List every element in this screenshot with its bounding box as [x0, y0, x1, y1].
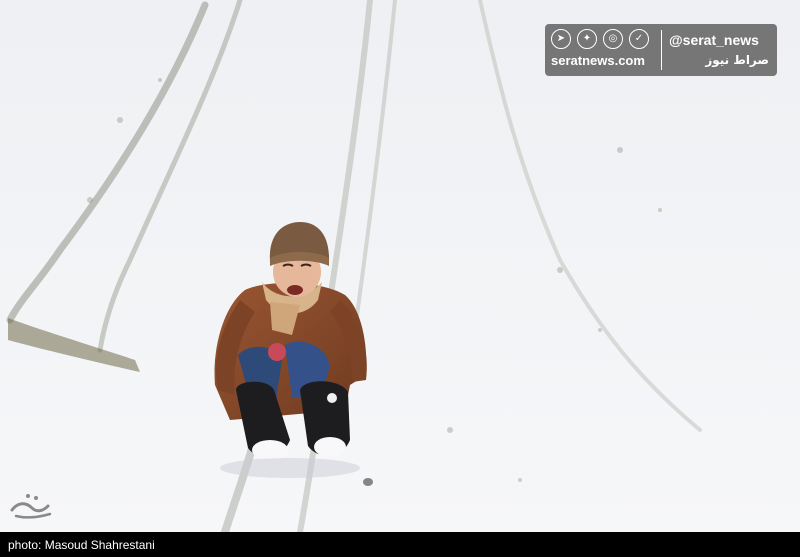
- photo-credit-bar: photo: Masoud Shahrestani: [0, 532, 800, 557]
- watermark-site-persian: صراط نیوز: [705, 53, 769, 67]
- telegram-icon: ➤: [551, 29, 571, 49]
- snow-scene-photo: [0, 0, 800, 532]
- instagram-icon: ◎: [603, 29, 623, 49]
- photo-frame: ➤ ✦ ◎ ✓ @serat_news seratnews.com صراط ن…: [0, 0, 800, 557]
- watermark-divider: [661, 30, 662, 70]
- watermark-site: seratnews.com: [551, 53, 645, 68]
- watermark-handle: @serat_news: [669, 32, 759, 48]
- messenger-icon: ✓: [629, 29, 649, 49]
- news-watermark: ➤ ✦ ◎ ✓ @serat_news seratnews.com صراط ن…: [545, 24, 777, 76]
- social-icons: ➤ ✦ ◎ ✓: [551, 29, 649, 49]
- photo-credit-text: photo: Masoud Shahrestani: [8, 538, 155, 552]
- twitter-icon: ✦: [577, 29, 597, 49]
- agency-calligraphy-logo-icon: [6, 488, 56, 524]
